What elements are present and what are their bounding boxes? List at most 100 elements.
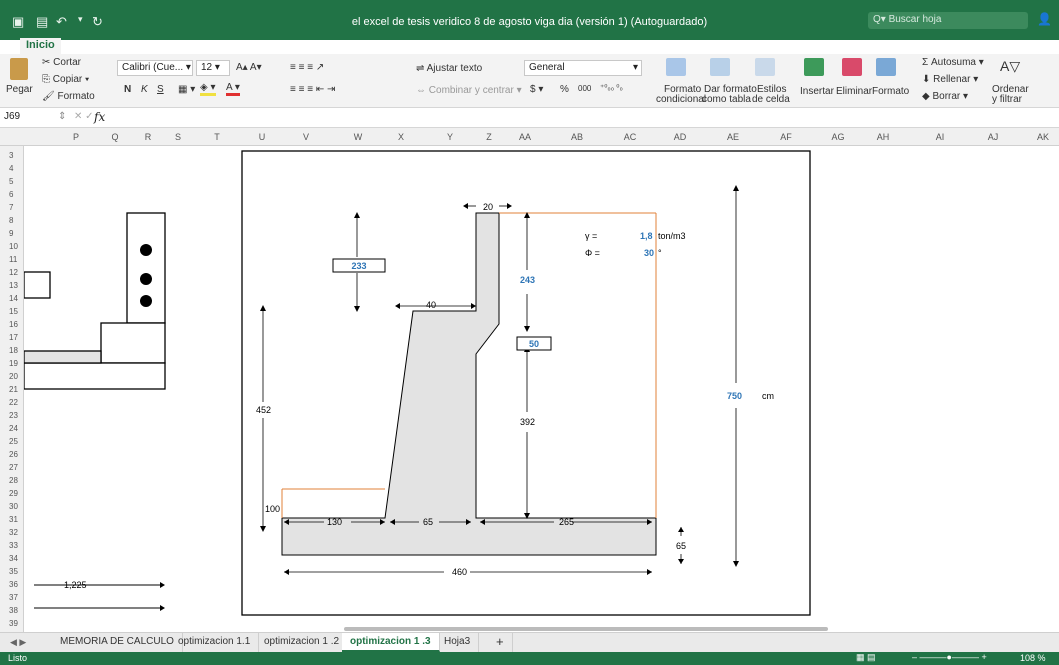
- italic-button[interactable]: K: [141, 84, 148, 95]
- column-header-ah[interactable]: AH: [863, 132, 903, 142]
- insert-cells-button[interactable]: Insertar: [800, 86, 834, 97]
- fill-button[interactable]: ⬇ Rellenar ▾: [922, 74, 978, 85]
- font-name-select[interactable]: Calibri (Cue... ▾: [117, 60, 193, 76]
- column-header-t[interactable]: T: [197, 132, 237, 142]
- column-header-ai[interactable]: AI: [920, 132, 960, 142]
- row-header[interactable]: 13: [0, 281, 20, 290]
- worksheet-canvas[interactable]: 1,225 233 50 20 40 243 392 452 100 130 6…: [24, 146, 1059, 632]
- font-color-icon[interactable]: A ▾: [226, 82, 240, 96]
- increase-font-icon[interactable]: A▴ A▾: [236, 62, 262, 73]
- sheet-tab-memoria[interactable]: MEMORIA DE CALCULO: [52, 633, 183, 652]
- tab-formulas[interactable]: Fórmulas: [209, 38, 267, 54]
- column-header-s[interactable]: S: [158, 132, 198, 142]
- column-header-p[interactable]: P: [56, 132, 96, 142]
- format-cells-icon[interactable]: [876, 58, 896, 76]
- sort-filter-icon[interactable]: A▽: [1000, 58, 1020, 75]
- tab-insertar[interactable]: Insertar: [60, 38, 109, 54]
- tab-inicio[interactable]: Inicio: [20, 38, 61, 54]
- clear-button[interactable]: ◆ Borrar ▾: [922, 91, 968, 102]
- row-header[interactable]: 8: [0, 216, 20, 225]
- row-header[interactable]: 32: [0, 528, 20, 537]
- row-header[interactable]: 16: [0, 320, 20, 329]
- row-header[interactable]: 33: [0, 541, 20, 550]
- share-user-icon[interactable]: 👤: [1037, 12, 1052, 26]
- row-header[interactable]: 7: [0, 203, 20, 212]
- row-header[interactable]: 37: [0, 593, 20, 602]
- row-header[interactable]: 4: [0, 164, 20, 173]
- bold-button[interactable]: N: [124, 84, 131, 95]
- column-header-ad[interactable]: AD: [660, 132, 700, 142]
- sheet-tab-hoja3[interactable]: Hoja3: [436, 633, 480, 652]
- row-header[interactable]: 22: [0, 398, 20, 407]
- row-header[interactable]: 12: [0, 268, 20, 277]
- row-header[interactable]: 34: [0, 554, 20, 563]
- column-header-ae[interactable]: AE: [713, 132, 753, 142]
- column-header-v[interactable]: V: [286, 132, 326, 142]
- paste-button[interactable]: Pegar: [6, 84, 33, 95]
- borders-icon[interactable]: ▦ ▾: [178, 84, 195, 95]
- name-box[interactable]: J69: [4, 111, 20, 122]
- row-header[interactable]: 20: [0, 372, 20, 381]
- column-header-w[interactable]: W: [338, 132, 378, 142]
- tab-datos[interactable]: Datos: [269, 38, 310, 54]
- column-header-ab[interactable]: AB: [557, 132, 597, 142]
- table-format-icon[interactable]: [710, 58, 730, 76]
- percent-button[interactable]: %: [560, 84, 569, 95]
- align-left-icon[interactable]: ≡ ≡ ≡ ⇤ ⇥: [290, 84, 335, 95]
- column-header-u[interactable]: U: [242, 132, 282, 142]
- horizontal-scrollbar[interactable]: [344, 627, 828, 631]
- cell-styles-icon[interactable]: [755, 58, 775, 76]
- paste-icon[interactable]: [10, 58, 28, 80]
- delete-cells-icon[interactable]: [842, 58, 862, 76]
- tab-diseno-pagina[interactable]: Diseño de página: [113, 38, 211, 54]
- column-header-ac[interactable]: AC: [610, 132, 650, 142]
- align-top-icon[interactable]: ≡ ≡ ≡ ↗: [290, 62, 324, 73]
- row-header[interactable]: 10: [0, 242, 20, 251]
- column-header-y[interactable]: Y: [430, 132, 470, 142]
- fx-icon[interactable]: fx: [94, 110, 105, 124]
- sheet-tab-opt-1-2[interactable]: optimizacion 1 .2: [256, 633, 349, 652]
- column-header-aa[interactable]: AA: [505, 132, 545, 142]
- wrap-text-button[interactable]: ⇌ Ajustar texto: [416, 63, 482, 74]
- tab-ver[interactable]: Ver: [365, 38, 394, 54]
- row-header[interactable]: 28: [0, 476, 20, 485]
- column-header-x[interactable]: X: [381, 132, 421, 142]
- number-format-select[interactable]: General ▾: [524, 60, 642, 76]
- row-header[interactable]: 31: [0, 515, 20, 524]
- merge-center-button[interactable]: ⇔ Combinar y centrar ▾: [416, 85, 522, 96]
- format-painter-button[interactable]: 🖌 Formato: [42, 91, 95, 102]
- row-header[interactable]: 36: [0, 580, 20, 589]
- smiley-feedback-icon[interactable]: ☺ ˄: [1018, 38, 1041, 52]
- row-header[interactable]: 19: [0, 359, 20, 368]
- add-sheet-icon[interactable]: +: [488, 633, 513, 652]
- font-size-select[interactable]: 12 ▾: [196, 60, 230, 76]
- column-header-ag[interactable]: AG: [818, 132, 858, 142]
- row-header[interactable]: 38: [0, 606, 20, 615]
- sheet-tab-opt-1-3[interactable]: optimizacion 1 .3: [342, 633, 440, 652]
- autosum-button[interactable]: Σ Autosuma ▾: [922, 57, 984, 68]
- tab-revisar[interactable]: Revisar: [314, 38, 363, 54]
- row-header[interactable]: 24: [0, 424, 20, 433]
- fill-color-icon[interactable]: ◈ ▾: [200, 82, 216, 96]
- delete-cells-button[interactable]: Eliminar: [836, 86, 872, 97]
- namebox-stepper-icon[interactable]: ⇕: [58, 111, 66, 122]
- row-header[interactable]: 3: [0, 151, 20, 160]
- conditional-format-icon[interactable]: [666, 58, 686, 76]
- row-header[interactable]: 30: [0, 502, 20, 511]
- sheet-tab-opt-1-1[interactable]: optimizacion 1.1: [170, 633, 260, 652]
- row-header[interactable]: 18: [0, 346, 20, 355]
- thousands-button[interactable]: 000: [578, 84, 591, 93]
- currency-button[interactable]: $ ▾: [530, 84, 543, 95]
- insert-cells-icon[interactable]: [804, 58, 824, 76]
- row-header[interactable]: 17: [0, 333, 20, 342]
- underline-button[interactable]: S: [157, 84, 164, 95]
- sheet-nav-icon[interactable]: ◀ ▶: [10, 637, 26, 648]
- row-header[interactable]: 6: [0, 190, 20, 199]
- copy-button[interactable]: ⎘ Copiar ▾: [42, 74, 89, 85]
- row-header[interactable]: 9: [0, 229, 20, 238]
- row-header[interactable]: 23: [0, 411, 20, 420]
- row-header[interactable]: 25: [0, 437, 20, 446]
- column-header-z[interactable]: Z: [469, 132, 509, 142]
- row-header[interactable]: 5: [0, 177, 20, 186]
- normal-view-icon[interactable]: ▦ ▤: [856, 652, 876, 663]
